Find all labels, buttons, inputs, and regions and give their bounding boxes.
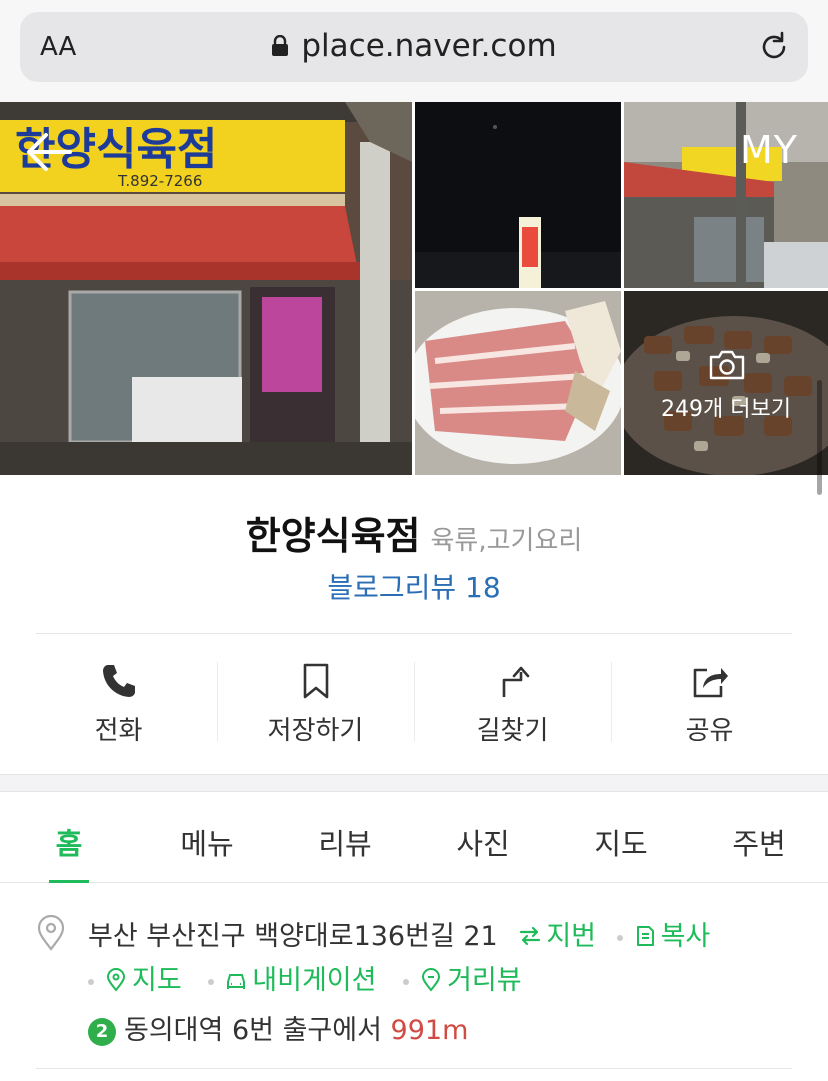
- divider: [36, 633, 792, 634]
- storefront-photo[interactable]: 한양식육점 T.892-7266: [0, 102, 412, 475]
- night-photo[interactable]: [415, 102, 621, 288]
- divider: [36, 1068, 792, 1069]
- save-button[interactable]: 저장하기: [217, 652, 414, 752]
- subway-info: 2 동의대역 6번 출구에서 991m: [88, 1008, 468, 1047]
- save-label: 저장하기: [267, 716, 364, 746]
- directions-button[interactable]: 길찾기: [414, 652, 611, 752]
- address-links: 지도 내비게이션 거리뷰: [88, 958, 540, 997]
- call-label: 전화: [94, 716, 143, 746]
- url-text: place.naver.com: [301, 28, 557, 64]
- separator-dot: [88, 978, 94, 985]
- bookmark-icon: [303, 663, 328, 699]
- call-button[interactable]: 전화: [20, 652, 217, 752]
- directions-icon: [502, 666, 529, 697]
- streetview-link[interactable]: 거리뷰: [403, 965, 522, 996]
- tab-map[interactable]: 지도: [552, 793, 690, 882]
- streetview-pin-icon: [422, 968, 441, 992]
- directions-label: 길찾기: [476, 716, 549, 746]
- more-photos-label: 249개 더보기: [661, 397, 791, 422]
- swap-icon: [520, 926, 541, 946]
- copy-icon: [636, 926, 654, 946]
- section-separator: [0, 774, 828, 792]
- separator-dot: [403, 978, 410, 985]
- camera-icon: [709, 350, 745, 380]
- address-bar[interactable]: AA place.naver.com: [20, 12, 808, 82]
- car-icon: [227, 974, 246, 989]
- navigation-link[interactable]: 내비게이션: [208, 965, 376, 996]
- back-arrow-icon[interactable]: [26, 132, 72, 172]
- page-scrollbar[interactable]: [817, 380, 822, 495]
- tab-home[interactable]: 홈: [0, 793, 138, 883]
- night-sign-illustration: [415, 102, 621, 288]
- station-distance: 991m: [390, 1015, 469, 1046]
- address-text: 부산 부산진구 백양대로136번길 21: [88, 921, 498, 952]
- map-pin-icon: [106, 968, 126, 992]
- more-photos-button[interactable]: 249개 더보기: [624, 291, 828, 475]
- address-line: 부산 부산진구 백양대로136번길 21 지번 복사: [88, 914, 710, 953]
- map-link[interactable]: 지도: [88, 965, 182, 996]
- place-title-row: 한양식육점 육류,고기요리: [0, 505, 828, 560]
- share-icon: [693, 668, 728, 698]
- tab-review[interactable]: 리뷰: [276, 793, 414, 882]
- share-button[interactable]: 공유: [611, 652, 808, 752]
- action-bar: 전화 저장하기 길찾기 공유: [20, 652, 808, 752]
- separator-dot: [616, 934, 623, 941]
- reload-icon[interactable]: [756, 29, 792, 65]
- tab-bar: 홈 메뉴 리뷰 사진 지도 주변: [0, 793, 828, 883]
- station-exit: 6번 출구에서: [231, 1015, 382, 1046]
- meat-photo[interactable]: [415, 291, 621, 475]
- tab-menu[interactable]: 메뉴: [138, 793, 276, 882]
- lock-icon: [271, 29, 289, 56]
- share-label: 공유: [685, 716, 734, 746]
- meat-plate-illustration: [415, 291, 621, 475]
- blog-review-link[interactable]: 블로그리뷰 18: [0, 566, 828, 606]
- copy-button[interactable]: 복사: [616, 914, 710, 953]
- place-category: 육류,고기요리: [430, 526, 583, 556]
- my-link[interactable]: MY: [740, 128, 798, 172]
- jibun-button[interactable]: 지번: [518, 914, 596, 953]
- browser-toolbar: AA place.naver.com: [0, 0, 828, 102]
- phone-icon: [102, 665, 135, 697]
- street-photo[interactable]: MY: [624, 102, 828, 288]
- place-name: 한양식육점: [245, 514, 421, 558]
- url-display[interactable]: place.naver.com: [20, 28, 808, 64]
- sign-phone: T.892-7266: [117, 172, 202, 190]
- tab-photo[interactable]: 사진: [414, 793, 552, 882]
- station-name: 동의대역: [124, 1015, 224, 1046]
- photo-gallery: 한양식육점 T.892-7266 MY 249개 더보기: [0, 102, 828, 475]
- subway-line-badge: 2: [88, 1018, 116, 1046]
- location-pin-icon: [37, 915, 65, 951]
- separator-dot: [208, 978, 215, 985]
- tab-nearby[interactable]: 주변: [690, 793, 828, 882]
